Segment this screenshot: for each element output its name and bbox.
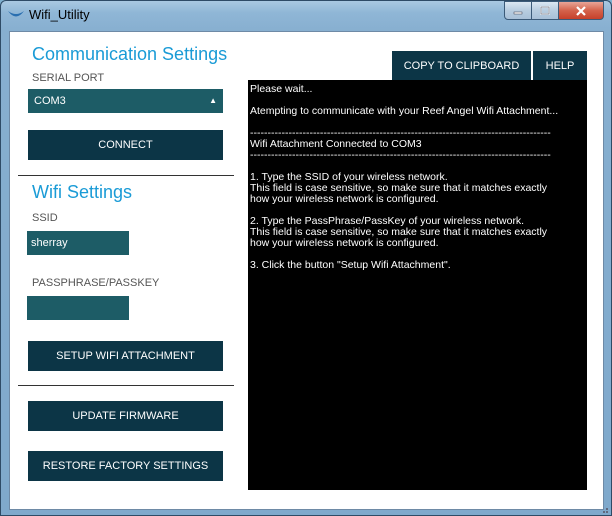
console-output[interactable]: Please wait... Atempting to communicate … [248,80,587,490]
title-bar[interactable]: Wifi_Utility [1,1,611,29]
console-line: Atempting to communicate with your Reef … [250,105,559,117]
console-line: Please wait... [250,83,313,95]
console-line: ----------------------------------------… [250,149,551,161]
close-button[interactable] [558,1,604,20]
console-line: 3. Click the button "Setup Wifi Attachme… [250,259,451,271]
serial-port-dropdown[interactable]: COM3 ▲ [28,89,223,113]
minimize-button[interactable] [504,1,532,20]
console-line: how your wireless network is configured. [250,193,439,205]
passphrase-label: PASSPHRASE/PASSKEY [32,277,160,289]
client-area: Communication Settings SERIAL PORT COM3 … [9,31,604,510]
chevron-up-icon: ▲ [209,96,217,105]
console-line: how your wireless network is configured. [250,237,439,249]
wifi-settings-heading: Wifi Settings [32,182,133,202]
section-divider [18,385,234,386]
setup-wifi-attachment-button[interactable]: SETUP WIFI ATTACHMENT [28,341,223,371]
serial-port-label: SERIAL PORT [32,72,105,84]
communication-settings-heading: Communication Settings [32,44,228,64]
restore-factory-settings-button[interactable]: RESTORE FACTORY SETTINGS [28,451,223,481]
ssid-label: SSID [32,212,58,224]
passphrase-input[interactable] [27,296,129,320]
update-firmware-button[interactable]: UPDATE FIRMWARE [28,401,223,431]
connect-button[interactable]: CONNECT [28,130,223,160]
app-window: Wifi_Utility Communication Settings SERI… [0,0,612,516]
maximize-icon [540,6,550,15]
copy-to-clipboard-button[interactable]: COPY TO CLIPBOARD [392,51,531,81]
close-icon [576,5,586,16]
minimize-icon [513,11,523,14]
section-divider [18,175,234,176]
serial-port-value: COM3 [34,95,66,107]
ssid-input[interactable]: sherray [27,231,129,255]
window-title: Wifi_Utility [29,7,90,22]
maximize-button[interactable] [531,1,559,20]
resize-grip-icon[interactable] [599,504,609,514]
app-logo-icon [8,11,24,17]
help-button[interactable]: HELP [533,51,587,81]
